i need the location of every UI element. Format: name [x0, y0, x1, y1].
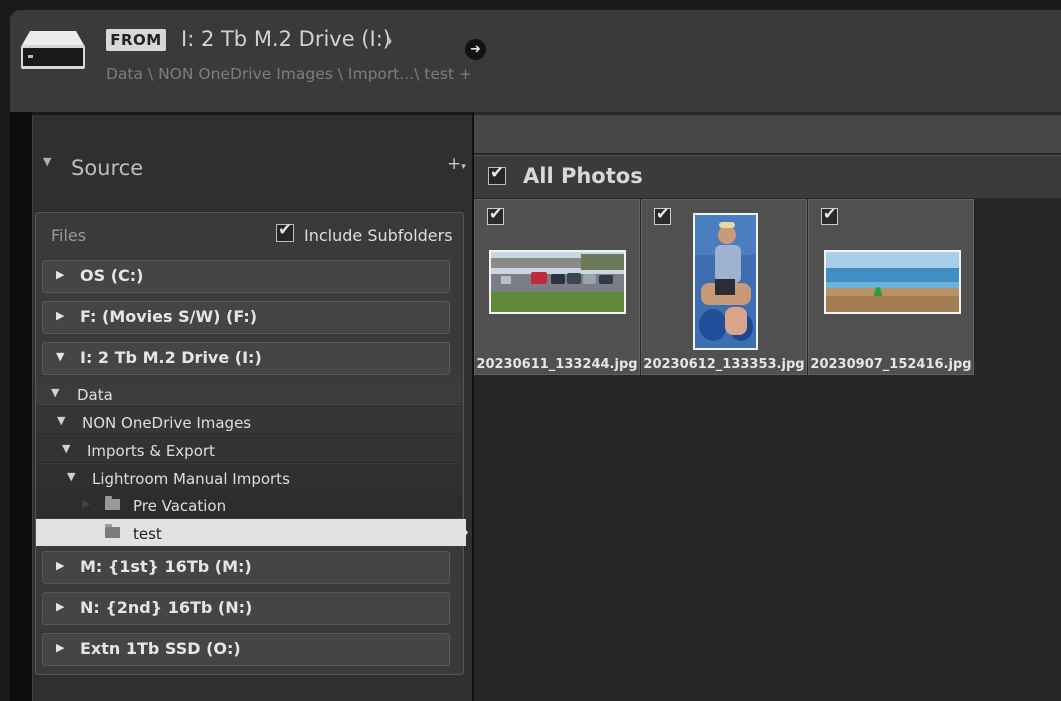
photo-checkbox[interactable] [487, 204, 504, 225]
volume-label: OS (C:) [80, 266, 144, 285]
volume-label: M: {1st} 16Tb (M:) [80, 557, 252, 576]
volume-m[interactable]: ▶ M: {1st} 16Tb (M:) [42, 551, 450, 584]
folder-row-pre-vacation[interactable]: ▶ Pre Vacation [36, 491, 462, 518]
folder-row-test-selected[interactable]: test [36, 519, 468, 546]
folder-label: Pre Vacation [133, 497, 227, 515]
volume-label: I: 2 Tb M.2 Drive (I:) [80, 348, 262, 367]
volume-label: N: {2nd} 16Tb (N:) [80, 598, 253, 617]
folder-label: Lightroom Manual Imports [92, 470, 290, 488]
hard-drive-icon [20, 29, 86, 75]
collapse-triangle-icon: ▼ [51, 386, 60, 399]
photo-checkbox[interactable] [821, 204, 838, 225]
add-source-icon[interactable]: +▾ [447, 154, 466, 174]
folder-icon [105, 496, 120, 510]
dropdown-arrows-icon[interactable]: ⬧ [387, 34, 392, 48]
expand-triangle-icon: ▶ [56, 641, 65, 654]
photo-cell[interactable]: 20230611_133244.jpg [474, 199, 640, 375]
collapse-triangle-icon: ▼ [57, 414, 66, 427]
folder-label: test [133, 525, 162, 543]
photo-checkbox[interactable] [654, 204, 671, 225]
grid-toolbar [474, 115, 1061, 153]
folder-row-imports-export[interactable]: ▼ Imports & Export [36, 436, 462, 463]
left-edge [10, 112, 32, 701]
volume-o[interactable]: ▶ Extn 1Tb SSD (O:) [42, 633, 450, 666]
source-path-breadcrumb[interactable]: Data \ NON OneDrive Images \ Import...\ … [106, 65, 472, 83]
volume-i[interactable]: ▼ I: 2 Tb M.2 Drive (I:) [42, 342, 450, 375]
include-subfolders-checkbox[interactable] [276, 220, 294, 242]
expand-triangle-icon: ▶ [56, 309, 65, 322]
files-label: Files [51, 226, 87, 245]
volume-os-c[interactable]: ▶ OS (C:) [42, 260, 450, 293]
source-panel-title[interactable]: Source [71, 156, 143, 180]
all-photos-title: All Photos [523, 164, 643, 188]
photo-cell[interactable]: 20230907_152416.jpg [808, 199, 974, 375]
folder-row-lightroom-manual-imports[interactable]: ▼ Lightroom Manual Imports [36, 464, 462, 491]
folder-label: Imports & Export [87, 442, 215, 460]
volume-f[interactable]: ▶ F: (Movies S/W) (F:) [42, 301, 450, 334]
collapse-triangle-icon: ▼ [56, 350, 65, 363]
expand-triangle-icon: ▶ [82, 497, 91, 510]
collapse-triangle-icon: ▼ [67, 470, 76, 483]
photo-filename: 20230612_133353.jpg [643, 357, 805, 372]
photo-thumbnail-person[interactable] [693, 213, 758, 350]
from-badge: FROM [106, 29, 166, 51]
photo-cell[interactable]: 20230612_133353.jpg [641, 199, 807, 375]
photo-thumbnail-beach[interactable] [824, 250, 961, 314]
expand-triangle-icon: ▶ [56, 559, 65, 572]
source-drive-dropdown[interactable]: I: 2 Tb M.2 Drive (I:) [181, 27, 391, 51]
folder-row-non-onedrive-images[interactable]: ▼ NON OneDrive Images [36, 408, 462, 435]
collapse-triangle-icon: ▼ [62, 442, 71, 455]
photo-thumbnail-car-park[interactable] [489, 250, 626, 314]
folder-row-data[interactable]: ▼ Data [36, 380, 462, 407]
folder-label: NON OneDrive Images [82, 414, 252, 432]
expand-triangle-icon: ▶ [56, 268, 65, 281]
import-source-header [10, 10, 1061, 112]
volume-label: Extn 1Tb SSD (O:) [80, 639, 241, 658]
volume-label: F: (Movies S/W) (F:) [80, 307, 258, 326]
photo-filename: 20230907_152416.jpg [810, 357, 972, 372]
folder-icon [105, 524, 120, 538]
select-all-checkbox[interactable] [488, 163, 506, 185]
folder-label: Data [77, 386, 113, 404]
expand-triangle-icon: ▶ [56, 600, 65, 613]
volume-n[interactable]: ▶ N: {2nd} 16Tb (N:) [42, 592, 450, 625]
collapse-triangle-icon[interactable]: ▼ [43, 155, 51, 168]
arrow-right-icon[interactable]: ➜ [465, 39, 486, 60]
photo-filename: 20230611_133244.jpg [476, 357, 638, 372]
include-subfolders-label[interactable]: Include Subfolders [304, 226, 453, 245]
